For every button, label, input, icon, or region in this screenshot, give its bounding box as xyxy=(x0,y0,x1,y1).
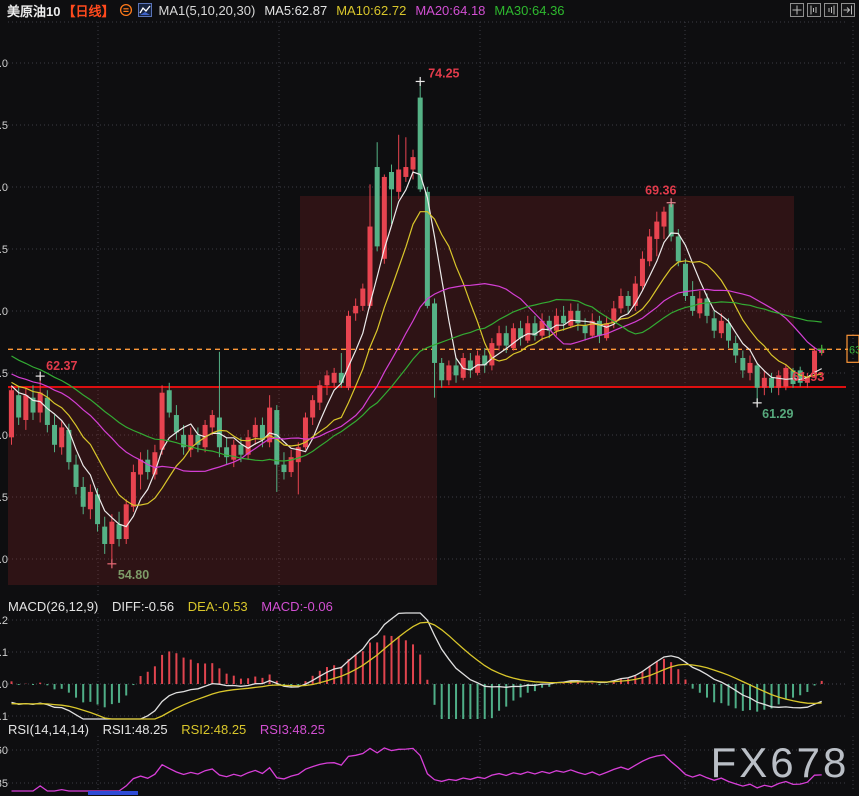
chart-canvas[interactable]: 74.25 69.36 62.37 61.29 54.80 61.93 63.4 75.0 72… xyxy=(0,0,859,796)
price-marker-label: 62.37 xyxy=(46,359,77,373)
rsi3-value: RSI3:48.25 xyxy=(260,722,325,737)
settings-circle-icon[interactable] xyxy=(119,3,133,17)
axis-right-icon[interactable] xyxy=(824,3,838,17)
axis-left-icon[interactable] xyxy=(807,3,821,17)
rsi-line xyxy=(12,748,822,791)
ma-value-label: MA30:64.36 xyxy=(494,3,564,18)
svg-text:72.5: 72.5 xyxy=(0,120,8,132)
price-marker-label: 74.25 xyxy=(428,66,459,80)
price-marker-label: 69.36 xyxy=(645,184,676,198)
svg-text:0.0: 0.0 xyxy=(0,679,8,691)
axis-labels: 75.0 72.5 70.0 67.5 65.0 62.5 60.0 57.5 55.0 2.2 1… xyxy=(0,58,8,790)
svg-text:1.1: 1.1 xyxy=(0,647,8,659)
ma-group-label: MA1(5,10,20,30) xyxy=(158,3,255,18)
ma-value-label: MA10:62.72 xyxy=(336,3,406,18)
svg-text:-1.1: -1.1 xyxy=(0,711,8,723)
symbol-title: 美原油10 xyxy=(7,1,60,20)
macd-header: MACD(26,12,9) DIFF:-0.56 DEA:-0.53 MACD:… xyxy=(8,599,343,614)
goto-latest-icon[interactable] xyxy=(841,3,855,17)
support-price-label: 61.93 xyxy=(792,369,825,384)
period-label: 【日线】 xyxy=(62,1,114,20)
svg-text:65.0: 65.0 xyxy=(0,306,8,318)
trading-app: 74.25 69.36 62.37 61.29 54.80 61.93 63.4 75.0 72… xyxy=(0,0,859,796)
macd-params-label: MACD(26,12,9) xyxy=(8,599,98,614)
watermark: FX678 xyxy=(711,739,850,786)
ma-values: MA5:62.87 MA10:62.72 MA20:64.18 MA30:64.36 xyxy=(255,3,564,18)
chart-toolbar xyxy=(790,3,855,17)
svg-text:57.5: 57.5 xyxy=(0,492,8,504)
svg-text:60.0: 60.0 xyxy=(0,430,8,442)
chart-type-icon[interactable] xyxy=(138,3,152,17)
rsi1-value: RSI1:48.25 xyxy=(103,722,168,737)
rsi2-value: RSI2:48.25 xyxy=(181,722,246,737)
svg-text:75.0: 75.0 xyxy=(0,58,8,70)
svg-text:67.5: 67.5 xyxy=(0,244,8,256)
rsi-panel xyxy=(12,748,822,791)
ma-value-label: MA20:64.18 xyxy=(415,3,485,18)
rsi-params-label: RSI(14,14,14) xyxy=(8,722,89,737)
pan-crosshair-icon[interactable] xyxy=(790,3,804,17)
svg-text:2.2: 2.2 xyxy=(0,615,8,627)
svg-text:35: 35 xyxy=(0,778,8,790)
macd-macd-value: MACD:-0.06 xyxy=(261,599,333,614)
macd-panel xyxy=(8,613,846,719)
chart-header: 美原油10 【日线】 MA1(5,10,20,30) MA5:62.87 MA10… xyxy=(0,0,859,20)
macd-diff-value: DIFF:-0.56 xyxy=(112,599,174,614)
svg-text:60: 60 xyxy=(0,745,8,757)
svg-text:55.0: 55.0 xyxy=(0,554,8,566)
macd-dea-value: DEA:-0.53 xyxy=(188,599,248,614)
h-scrollbar-thumb[interactable] xyxy=(88,791,138,795)
price-marker-label: 61.29 xyxy=(762,407,793,421)
svg-text:70.0: 70.0 xyxy=(0,182,8,194)
price-marker-label: 54.80 xyxy=(118,568,149,582)
rsi-header: RSI(14,14,14) RSI1:48.25 RSI2:48.25 RSI3… xyxy=(8,722,335,737)
svg-text:62.5: 62.5 xyxy=(0,368,8,380)
svg-text:63.4: 63.4 xyxy=(849,344,859,356)
ma-value-label: MA5:62.87 xyxy=(264,3,327,18)
